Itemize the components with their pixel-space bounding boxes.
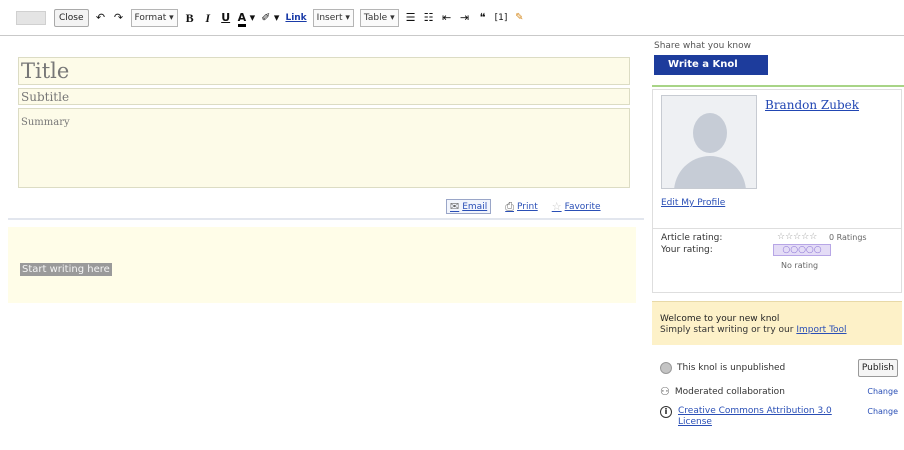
numbered-list-icon[interactable]: ☰ [405, 9, 417, 27]
edit-profile-link[interactable]: Edit My Profile [661, 198, 725, 208]
write-knol-button[interactable]: Write a Knol [654, 55, 768, 75]
chevron-down-icon: ▾ [390, 12, 395, 23]
summary-field[interactable]: Summary [18, 108, 630, 188]
collaboration-row: ⚇ Moderated collaboration Change [660, 385, 902, 398]
editor-toolbar: Close ↶ ↷ Format ▾ B I U A ▾ ✐ ▾ Link In… [0, 0, 904, 36]
unpublished-status-icon [660, 362, 672, 374]
creative-commons-icon: i [660, 406, 672, 418]
subtitle-field[interactable]: Subtitle [18, 88, 630, 105]
article-body-editor[interactable]: Start writing here [8, 227, 636, 303]
collaboration-icon: ⚇ [660, 385, 670, 398]
italic-button[interactable]: I [202, 9, 214, 27]
publish-button[interactable]: Publish [857, 359, 898, 377]
change-collaboration-link[interactable]: Change [867, 387, 898, 396]
highlight-button[interactable]: ✐ ▾ [261, 9, 279, 27]
chevron-down-icon: ▾ [249, 10, 256, 24]
indent-more-icon[interactable]: ⇥ [459, 9, 471, 27]
format-dropdown-label: Format [134, 12, 167, 23]
highlight-icon: ✐ [261, 10, 271, 24]
author-card: Brandon Zubek Edit My Profile [652, 89, 902, 229]
quote-icon[interactable]: ❝ [477, 9, 489, 27]
text-color-icon: A [237, 11, 247, 27]
format-dropdown[interactable]: Format ▾ [130, 8, 178, 27]
your-rating-stars-input[interactable]: ○○○○○ [773, 244, 831, 256]
change-license-link[interactable]: Change [867, 407, 898, 416]
table-dropdown[interactable]: Table ▾ [359, 8, 399, 27]
text-color-button[interactable]: A ▾ [237, 9, 256, 27]
no-rating-text: No rating [781, 261, 819, 270]
email-label: Email [462, 201, 488, 212]
article-actions: ✉ Email ⎙ Print ☆ Favorite [446, 199, 601, 214]
sidebar-divider [652, 85, 904, 87]
your-rating-label: Your rating: [661, 245, 713, 255]
section-divider [8, 218, 644, 220]
insert-dropdown[interactable]: Insert ▾ [312, 8, 354, 27]
chevron-down-icon: ▾ [345, 12, 350, 23]
print-label: Print [517, 201, 538, 212]
welcome-title: Welcome to your new knol [660, 314, 780, 324]
pen-icon[interactable]: ✎ [513, 9, 525, 27]
license-link[interactable]: Creative Commons Attribution 3.0 License [678, 406, 848, 428]
chevron-down-icon: ▾ [169, 12, 174, 23]
publish-status-row: This knol is unpublished Publish [660, 358, 902, 378]
avatar-body-shape [674, 156, 746, 188]
redo-icon[interactable]: ↷ [113, 9, 125, 27]
footnote-button[interactable]: [1] [495, 9, 508, 27]
author-name-link[interactable]: Brandon Zubek [765, 98, 859, 112]
undo-icon[interactable]: ↶ [95, 9, 107, 27]
article-rating-stars-icon: ☆☆☆☆☆ [777, 232, 818, 242]
favorite-link[interactable]: ☆ Favorite [552, 200, 601, 213]
close-button[interactable]: Close [54, 8, 89, 27]
underline-button[interactable]: U [220, 9, 232, 27]
article-rating-label: Article rating: [661, 233, 723, 243]
favorite-label: Favorite [564, 201, 601, 212]
sidebar: Share what you know Write a Knol Brandon… [652, 37, 904, 450]
welcome-prefix-text: Simply start writing or try our [660, 325, 794, 335]
title-field[interactable]: Title [18, 57, 630, 85]
bullet-list-icon[interactable]: ☷ [423, 9, 435, 27]
share-text: Share what you know [654, 41, 751, 51]
star-icon: ☆ [551, 200, 562, 213]
collaboration-text: Moderated collaboration [674, 386, 785, 397]
printer-icon: ⎙ [505, 199, 515, 213]
welcome-subtitle: Simply start writing or try our Import T… [660, 325, 894, 335]
start-writing-placeholder[interactable]: Start writing here [20, 263, 112, 276]
avatar[interactable] [661, 95, 757, 189]
table-dropdown-label: Table [363, 12, 388, 23]
email-button[interactable]: ✉ Email [446, 199, 492, 214]
unpublished-text: This knol is unpublished [677, 363, 786, 373]
insert-dropdown-label: Insert [316, 12, 343, 23]
toolbar-grip [16, 10, 46, 25]
print-link[interactable]: ⎙ Print [505, 200, 538, 214]
indent-less-icon[interactable]: ⇤ [441, 9, 453, 27]
import-tool-link[interactable]: Import Tool [796, 325, 846, 335]
welcome-panel: Welcome to your new knol Simply start wr… [652, 301, 902, 345]
bold-button[interactable]: B [184, 9, 196, 27]
chevron-down-icon: ▾ [273, 10, 280, 24]
link-button[interactable]: Link [285, 13, 306, 23]
avatar-head-shape [693, 113, 727, 153]
envelope-icon: ✉ [450, 200, 460, 213]
ratings-panel: Article rating: ☆☆☆☆☆ 0 Ratings Your rat… [652, 229, 902, 293]
ratings-count: 0 Ratings [829, 233, 867, 242]
